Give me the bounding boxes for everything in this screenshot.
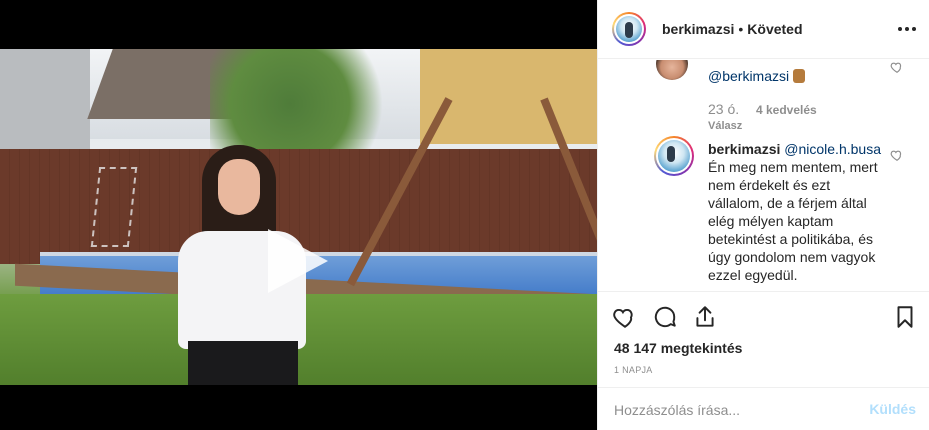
heart-icon[interactable] <box>612 304 638 330</box>
send-button[interactable]: Küldés <box>869 401 916 417</box>
avatar[interactable] <box>654 136 694 176</box>
comment-icon[interactable] <box>652 304 678 330</box>
post-actions: 48 147 megtekintés 1 NAPJA <box>598 291 929 387</box>
play-icon[interactable] <box>268 229 328 293</box>
comment-body: Én meg nem mentem, mert nem érdekelt és … <box>708 159 878 283</box>
bookmark-icon[interactable] <box>892 304 918 330</box>
comment-like-heart-icon[interactable] <box>890 60 904 74</box>
video-player[interactable] <box>0 49 597 385</box>
post-header: berkimazsi • Követed <box>598 0 929 59</box>
post-timestamp[interactable]: 1 NAPJA <box>614 365 653 375</box>
mention-link[interactable]: @nicole.h.busa <box>784 141 881 157</box>
comment-mention: @berkimazsi <box>708 68 806 84</box>
video-scene-house-right <box>420 49 597 144</box>
comment-like-heart-icon[interactable] <box>890 148 904 162</box>
share-icon[interactable] <box>692 304 718 330</box>
post-sidebar: berkimazsi • Követed @berkimazsi 23 ó. 4… <box>597 0 929 430</box>
avatar[interactable] <box>612 12 646 46</box>
comment-text: berkimazsi @nicole.h.busa Én meg nem men… <box>708 140 888 284</box>
follow-status-button[interactable]: Követed <box>747 21 802 37</box>
comment-composer: Küldés <box>598 387 929 430</box>
comment-likes[interactable]: 4 kedvelés <box>756 103 817 117</box>
header-username[interactable]: berkimazsi <box>662 21 734 37</box>
more-options-icon[interactable] <box>898 20 916 38</box>
reply-button[interactable]: Válasz <box>708 120 742 132</box>
comment-input[interactable] <box>614 400 844 420</box>
comment-avatar[interactable] <box>656 60 688 80</box>
comment-username[interactable]: berkimazsi <box>708 141 780 157</box>
thumbs-down-icon <box>793 69 806 83</box>
header-separator: • <box>738 21 744 37</box>
video-scene-trees <box>210 49 410 159</box>
view-count[interactable]: 48 147 megtekintés <box>614 340 742 356</box>
video-scene-house <box>0 49 90 159</box>
comment-time: 23 ó. <box>708 101 740 117</box>
media-area <box>0 0 597 430</box>
comments-list[interactable]: @berkimazsi 23 ó. 4 kedvelés Válasz berk… <box>598 60 929 291</box>
mention-link[interactable]: @berkimazsi <box>708 68 789 84</box>
